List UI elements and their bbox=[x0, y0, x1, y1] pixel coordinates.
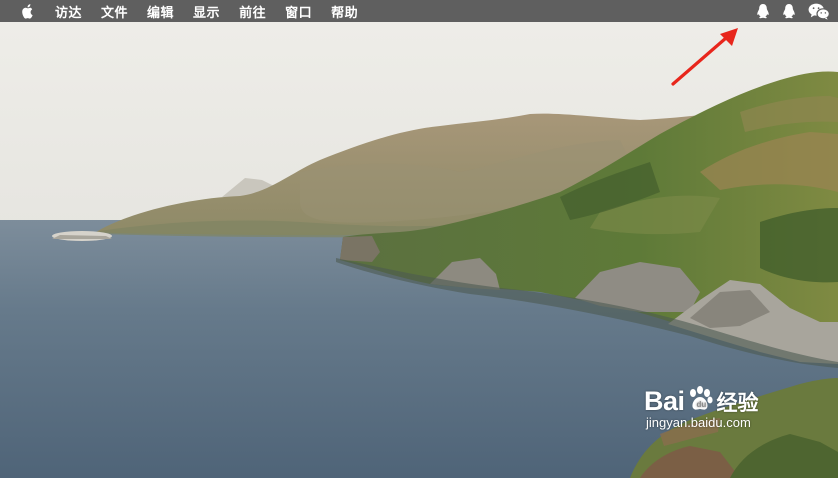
menu-go[interactable]: 前往 bbox=[239, 2, 266, 21]
watermark-brand-latin: Bai bbox=[644, 386, 685, 416]
watermark-brand-cn: 经验 bbox=[716, 391, 759, 415]
menu-help[interactable]: 帮助 bbox=[331, 2, 358, 21]
menu-edit[interactable]: 编辑 bbox=[147, 2, 174, 21]
status-icons bbox=[744, 0, 830, 22]
menu-window[interactable]: 窗口 bbox=[285, 2, 312, 21]
menu-file[interactable]: 文件 bbox=[101, 2, 128, 21]
menu-finder[interactable]: 访达 bbox=[55, 2, 82, 21]
apple-logo-icon[interactable] bbox=[20, 3, 34, 19]
menu-bar: 访达 文件 编辑 显示 前往 窗口 帮助 bbox=[0, 0, 838, 22]
qq-penguin-icon[interactable] bbox=[782, 3, 796, 19]
baidu-jingyan-watermark: Bai du 经验 jingyan.baidu.com bbox=[644, 386, 759, 430]
watermark-url: jingyan.baidu.com bbox=[646, 415, 751, 430]
watermark-logo: Bai du 经验 bbox=[644, 386, 759, 417]
menu-view[interactable]: 显示 bbox=[193, 2, 220, 21]
red-arrow-icon bbox=[670, 26, 742, 92]
wechat-icon[interactable] bbox=[808, 3, 830, 20]
svg-text:du: du bbox=[696, 400, 706, 409]
qq-penguin-icon[interactable] bbox=[756, 3, 770, 19]
baidu-paw-icon: du bbox=[686, 386, 714, 417]
